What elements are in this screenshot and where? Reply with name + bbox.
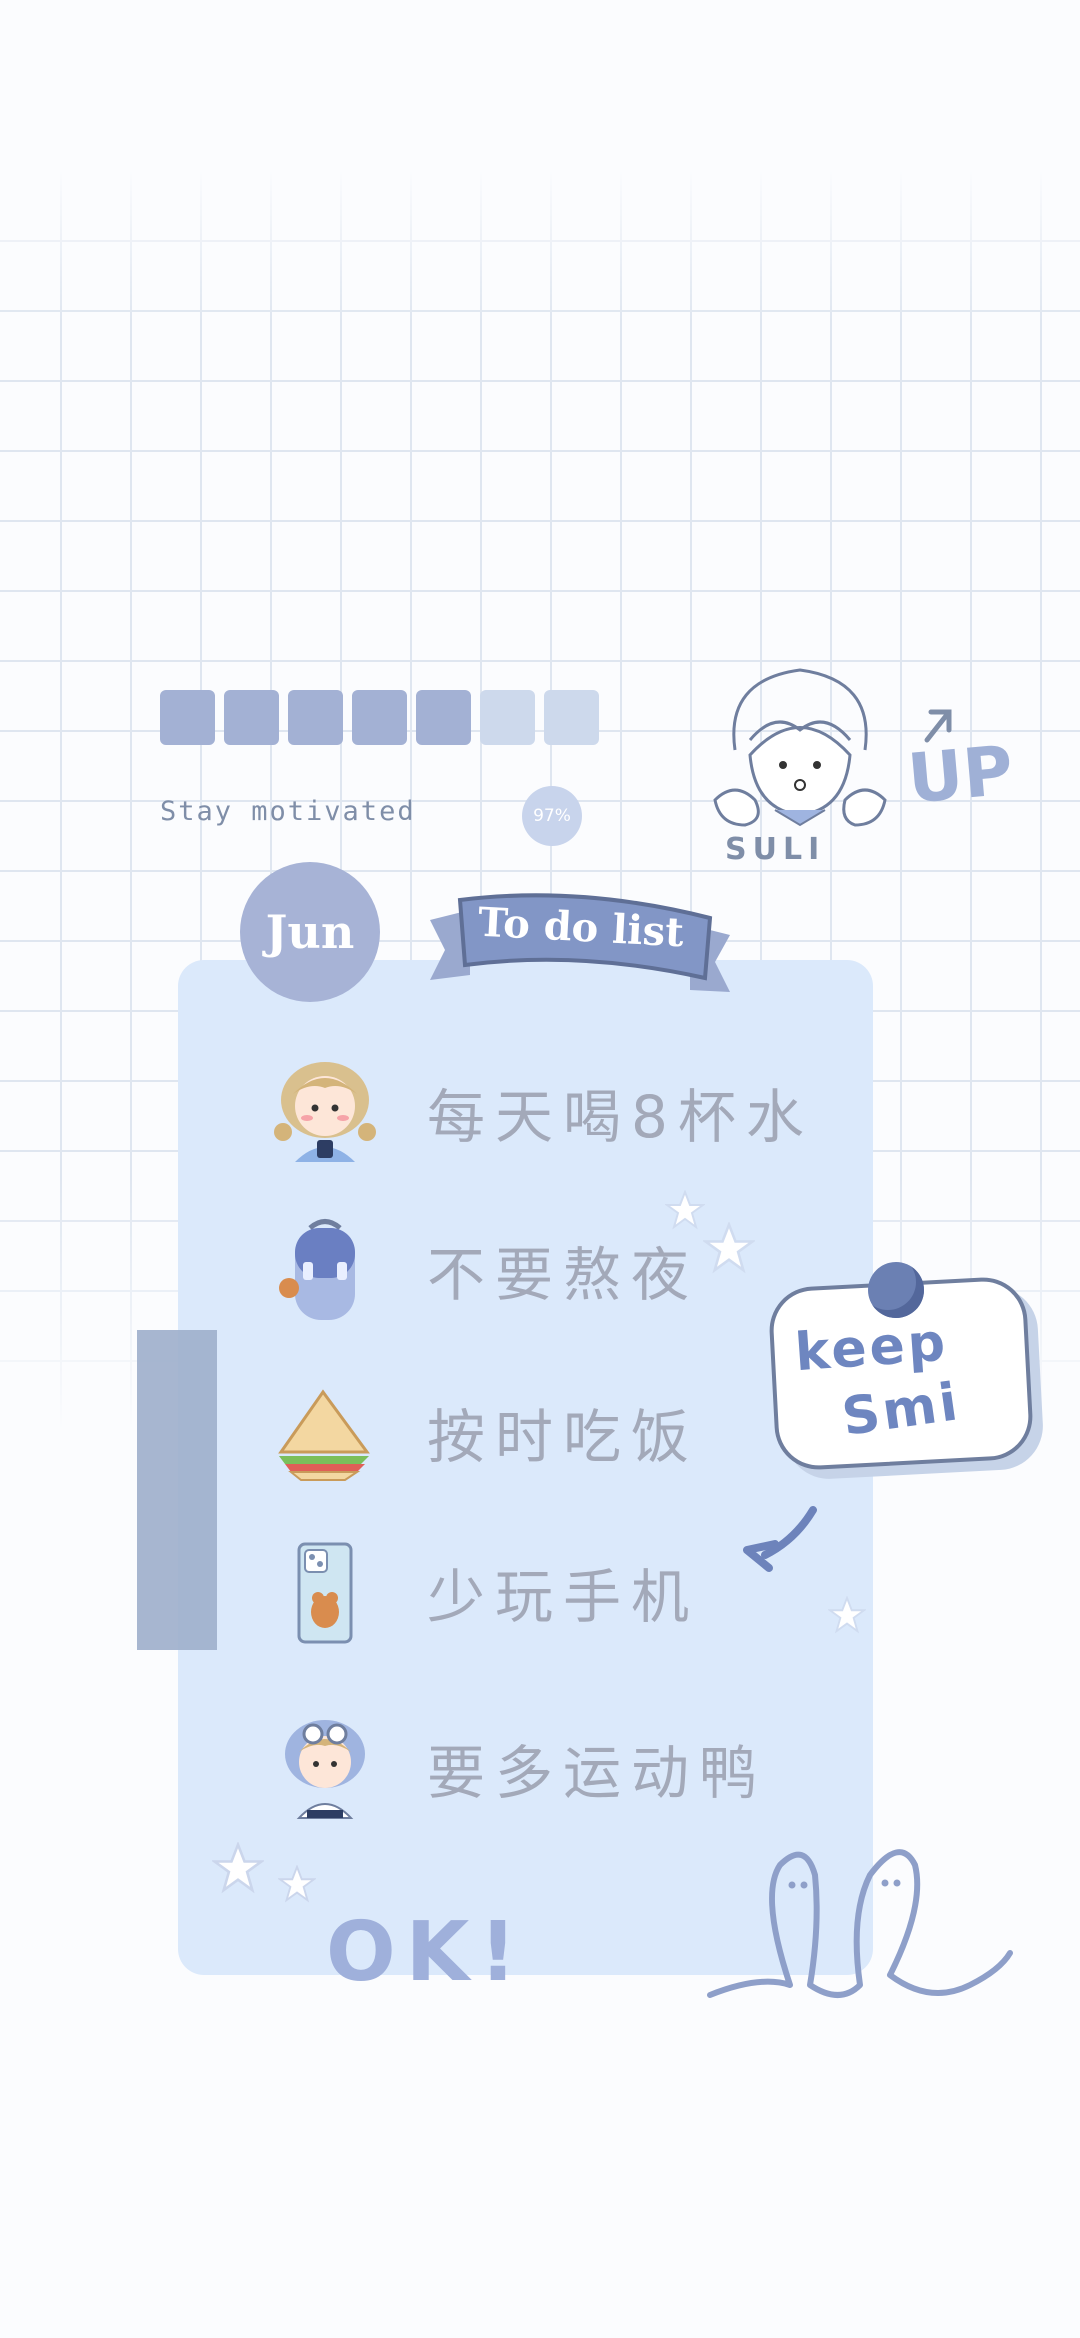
month-badge: Jun bbox=[240, 862, 380, 1002]
percent-badge: 97% bbox=[522, 786, 582, 846]
progress-segment bbox=[160, 690, 215, 745]
ghost-doodle-icon bbox=[707, 1849, 1013, 1998]
task-text: 每天喝8杯水 bbox=[427, 1083, 814, 1151]
progress-bar bbox=[160, 690, 599, 745]
tagline: Stay motivated bbox=[160, 796, 416, 827]
star-icon bbox=[278, 1865, 316, 1903]
task-text: 按时吃饭 bbox=[427, 1403, 700, 1471]
curved-arrow-icon bbox=[743, 1506, 817, 1572]
progress-segment bbox=[224, 690, 279, 745]
task-text: 要多运动鸭 bbox=[427, 1739, 768, 1807]
backpack-icon bbox=[265, 1210, 385, 1330]
star-icon bbox=[828, 1596, 866, 1634]
sticker-label: SULI bbox=[725, 832, 826, 867]
task-item: 少玩手机 bbox=[265, 1532, 699, 1652]
progress-segment-empty bbox=[480, 690, 535, 745]
pin-icon bbox=[868, 1262, 924, 1318]
girl-goggles-icon bbox=[265, 1708, 385, 1828]
task-item: 每天喝8杯水 bbox=[265, 1052, 814, 1172]
task-item: 要多运动鸭 bbox=[265, 1708, 767, 1828]
up-text: UP bbox=[904, 731, 1017, 820]
girl-drinking-icon bbox=[265, 1052, 385, 1172]
star-icon bbox=[703, 1222, 755, 1274]
note-line-1: keep bbox=[793, 1312, 950, 1384]
phone-bear-icon bbox=[265, 1532, 385, 1652]
tape-decoration bbox=[137, 1330, 217, 1650]
task-item: 按时吃饭 bbox=[265, 1372, 699, 1492]
progress-segment-empty bbox=[544, 690, 599, 745]
star-icon bbox=[212, 1842, 264, 1894]
progress-segment bbox=[416, 690, 471, 745]
progress-segment bbox=[288, 690, 343, 745]
ok-text: OK! bbox=[326, 1905, 527, 2000]
sandwich-icon bbox=[265, 1372, 385, 1492]
task-text: 少玩手机 bbox=[427, 1563, 700, 1631]
star-icon bbox=[665, 1190, 705, 1230]
task-text: 不要熬夜 bbox=[427, 1241, 700, 1309]
progress-segment bbox=[352, 690, 407, 745]
task-item: 不要熬夜 bbox=[265, 1210, 699, 1330]
